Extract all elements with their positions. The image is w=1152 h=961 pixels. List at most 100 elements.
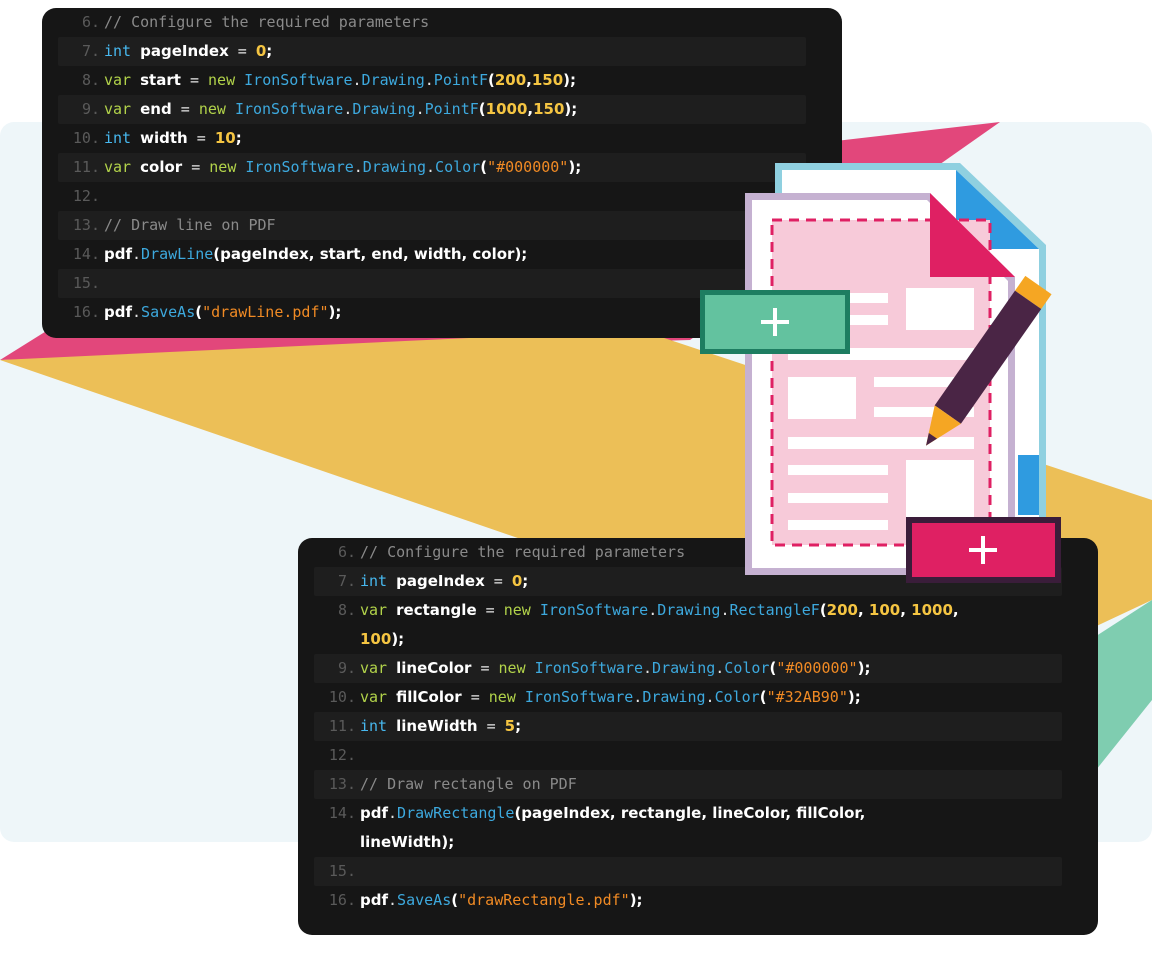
code-token: ; xyxy=(515,717,522,735)
code-text: int lineWidth = 5; xyxy=(358,712,521,741)
code-token: 0 xyxy=(511,572,523,590)
line-number: 12. xyxy=(328,746,356,764)
code-token: ); xyxy=(564,100,578,118)
line-number: 10. xyxy=(72,129,100,147)
code-text: int width = 10; xyxy=(102,124,242,153)
code-line: 10. var fillColor = new IronSoftware.Draw… xyxy=(298,683,1098,712)
code-text: var fillColor = new IronSoftware.Drawing… xyxy=(358,683,861,712)
code-token: . xyxy=(353,158,363,176)
code-token: Drawing xyxy=(652,659,716,677)
code-token: . xyxy=(424,71,434,89)
code-line: 8. var start = new IronSoftware.Drawing.P… xyxy=(42,66,842,95)
code-token: // Configure the required parameters xyxy=(360,543,686,561)
code-token: new xyxy=(209,158,246,176)
code-text: pdf.DrawRectangle(pageIndex, rectangle, … xyxy=(358,799,865,857)
add-button-green[interactable] xyxy=(700,290,850,354)
code-token: new xyxy=(198,100,235,118)
code-token: 150 xyxy=(531,71,564,89)
code-token: new xyxy=(208,71,245,89)
code-token: Color xyxy=(724,659,770,677)
code-token: "#000000" xyxy=(776,659,858,677)
code-text: pdf.DrawLine(pageIndex, start, end, widt… xyxy=(102,240,527,269)
line-number: 15. xyxy=(328,862,356,880)
code-token: new xyxy=(498,659,535,677)
code-text: var lineColor = new IronSoftware.Drawing… xyxy=(358,654,870,683)
code-token: ( xyxy=(487,71,495,89)
code-token: PointF xyxy=(424,100,479,118)
code-token: lineWidth); xyxy=(360,833,455,851)
code-text: var start = new IronSoftware.Drawing.Poi… xyxy=(102,66,576,95)
line-stripe xyxy=(314,857,1062,886)
code-token: = xyxy=(182,158,210,176)
code-text: var end = new IronSoftware.Drawing.Point… xyxy=(102,95,577,124)
code-token: width xyxy=(140,129,188,147)
code-token: Color xyxy=(714,688,760,706)
code-token: 0 xyxy=(255,42,267,60)
code-token: Drawing xyxy=(362,158,427,176)
code-text: int pageIndex = 0; xyxy=(102,37,272,66)
code-token: ); xyxy=(857,659,871,677)
code-token: pageIndex xyxy=(140,42,229,60)
code-token: lineColor xyxy=(396,659,472,677)
code-token: . xyxy=(705,688,715,706)
code-token: . xyxy=(720,601,730,619)
code-token: = xyxy=(471,659,499,677)
code-token: pageIndex xyxy=(396,572,485,590)
code-token: Drawing xyxy=(642,688,706,706)
code-line: 8. var rectangle = new IronSoftware.Drawi… xyxy=(298,596,1098,654)
code-token: ( xyxy=(759,688,767,706)
line-number: 11. xyxy=(328,717,356,735)
code-line: 9. var lineColor = new IronSoftware.Drawi… xyxy=(298,654,1098,683)
code-token: IronSoftware xyxy=(524,688,634,706)
code-token: pdf xyxy=(360,804,389,822)
code-token: 1000 xyxy=(911,601,953,619)
code-token: DrawLine xyxy=(141,245,214,263)
line-number: 14. xyxy=(328,804,356,822)
code-token: ; xyxy=(522,572,529,590)
code-line: 6.// Configure the required parameters xyxy=(42,8,842,37)
code-token: "#000000" xyxy=(487,158,569,176)
code-token: int xyxy=(360,572,397,590)
code-token: ; xyxy=(266,42,273,60)
code-token: RectangleF xyxy=(729,601,820,619)
code-text: var color = new IronSoftware.Drawing.Col… xyxy=(102,153,581,182)
code-token: "drawLine.pdf" xyxy=(202,303,329,321)
line-number: 8. xyxy=(81,71,100,89)
code-token: IronSoftware xyxy=(245,158,354,176)
code-token: . xyxy=(388,804,398,822)
code-token: . xyxy=(715,659,725,677)
code-token: "#32AB90" xyxy=(766,688,848,706)
code-token: 200 xyxy=(826,601,858,619)
code-line: 9. var end = new IronSoftware.Drawing.Poi… xyxy=(42,95,842,124)
code-token: // Draw line on PDF xyxy=(104,216,276,234)
code-token: ); xyxy=(568,158,582,176)
code-token: var xyxy=(104,158,141,176)
line-number: 14. xyxy=(72,245,100,263)
code-token: "drawRectangle.pdf" xyxy=(458,891,630,909)
line-number: 11. xyxy=(72,158,100,176)
code-token: pdf xyxy=(104,245,133,263)
code-token: , xyxy=(857,601,869,619)
code-token: = xyxy=(461,688,489,706)
line-number: 9. xyxy=(337,659,356,677)
code-token: ); xyxy=(847,688,861,706)
code-token: . xyxy=(132,245,142,263)
code-token: (pageIndex, start, end, width, color); xyxy=(213,245,528,263)
code-token: 10 xyxy=(214,129,236,147)
code-token: lineWidth xyxy=(396,717,478,735)
line-number: 12. xyxy=(72,187,100,205)
code-token: int xyxy=(360,717,397,735)
code-token: SaveAs xyxy=(397,891,452,909)
code-line: 16. pdf.SaveAs("drawRectangle.pdf"); xyxy=(298,886,1098,915)
add-button-magenta[interactable] xyxy=(906,517,1061,583)
code-line: 13.// Draw rectangle on PDF xyxy=(298,770,1098,799)
code-token: = xyxy=(187,129,215,147)
code-token: = xyxy=(484,572,512,590)
line-number: 10. xyxy=(328,688,356,706)
code-token: // Configure the required parameters xyxy=(104,13,430,31)
code-token: . xyxy=(426,158,436,176)
code-token: ); xyxy=(563,71,577,89)
line-number: 8. xyxy=(337,601,356,619)
code-token: Drawing xyxy=(657,601,721,619)
code-panel-draw-rectangle: 6.// Configure the required parameters 7.… xyxy=(298,538,1098,935)
